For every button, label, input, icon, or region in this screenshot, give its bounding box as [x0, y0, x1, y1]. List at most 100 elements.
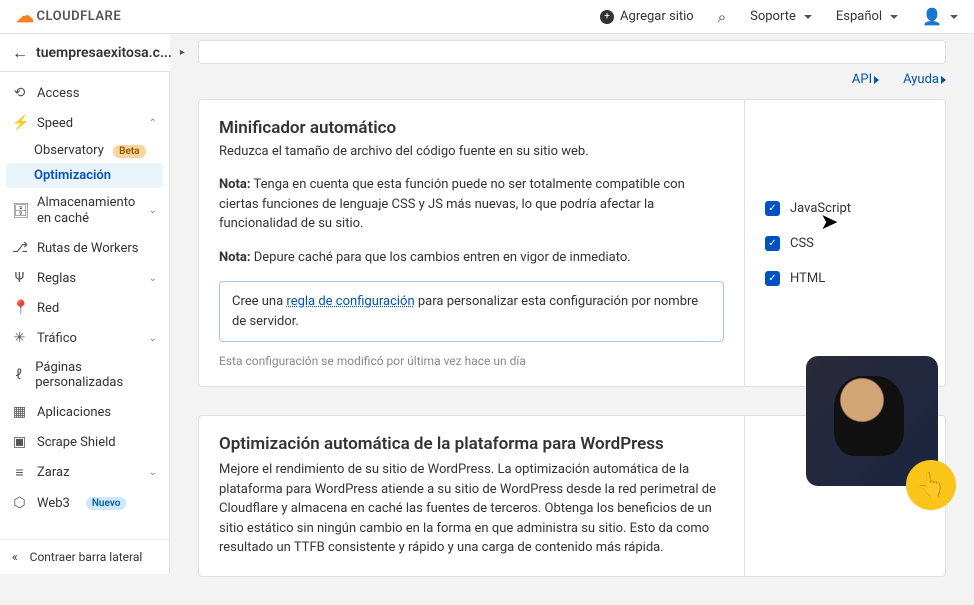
sidebar-item-workers-routes[interactable]: ⎇ Rutas de Workers [0, 233, 169, 263]
sidebar-item-access[interactable]: ⟲ Access [0, 78, 169, 108]
auto-minify-card: Minificador automático Reduzca el tamaño… [198, 99, 946, 387]
access-icon: ⟲ [12, 85, 27, 101]
note2-text: Depure caché para que los cambios entren… [251, 250, 631, 265]
caret-down-icon [804, 15, 812, 19]
speed-label: Speed [37, 116, 73, 131]
sidebar-item-observatory[interactable]: Observatory Beta [0, 138, 169, 163]
network-label: Red [37, 301, 59, 316]
minify-note1: Nota: Tenga en cuenta que esta función p… [219, 175, 724, 234]
scrape-shield-label: Scrape Shield [37, 435, 116, 450]
minify-css-option[interactable]: ✓ CSS [765, 236, 925, 251]
cloud-icon: ☁ [16, 8, 35, 26]
minify-title: Minificador automático [219, 118, 724, 138]
minify-html-option[interactable]: ✓ HTML [765, 271, 925, 286]
tap-hand-badge: 👆 [906, 460, 956, 510]
cache-label: Almacenamiento en caché [37, 195, 139, 226]
grid-icon: ▦ [12, 404, 27, 420]
sidebar-item-network[interactable]: 📍 Red [0, 293, 169, 323]
apo-description: Optimización automática de la plataforma… [199, 416, 745, 576]
pin-icon: 📍 [12, 300, 27, 316]
bolt-icon: ⚡ [12, 115, 27, 131]
collapse-label: Contraer barra lateral [30, 550, 143, 564]
caret-down-icon [890, 15, 898, 19]
help-label: Ayuda [903, 72, 939, 87]
collapse-sidebar-button[interactable]: « Contraer barra lateral [0, 539, 169, 574]
sidebar-nav: ⟲ Access ⚡ Speed ⌃ Observatory Beta Opti… [0, 72, 170, 574]
minify-options: ✓ JavaScript ✓ CSS ✓ HTML [745, 100, 945, 386]
minify-subtitle: Reduzca el tamaño de archivo del código … [219, 144, 724, 159]
sidebar-item-zaraz[interactable]: ≡ Zaraz ⌄ [0, 457, 169, 488]
api-label: API [852, 72, 872, 87]
custom-pages-label: Páginas personalizadas [35, 360, 157, 390]
chevron-down-icon: ⌄ [149, 333, 157, 344]
database-icon: 🗄 [12, 203, 27, 219]
web3-icon: ⬡ [12, 495, 27, 511]
api-link[interactable]: API [852, 72, 879, 87]
last-modified-text: Esta configuración se modificó por últim… [219, 354, 724, 368]
sidebar-item-apps[interactable]: ▦ Aplicaciones [0, 397, 169, 427]
partial-card-top [198, 40, 946, 64]
apo-body: Mejore el rendimiento de su sitio de Wor… [219, 460, 724, 558]
add-site-label: Agregar sitio [620, 9, 694, 24]
funnel-icon: Ψ [12, 270, 27, 286]
css-label: CSS [790, 236, 814, 251]
back-arrow-icon[interactable]: ← [12, 43, 28, 63]
site-name[interactable]: tuempresaexitosa.c... [36, 45, 172, 61]
language-label: Español [836, 9, 882, 24]
checkbox-checked-icon: ✓ [765, 201, 780, 216]
add-site-button[interactable]: + Agregar sitio [600, 9, 694, 24]
sidebar-item-optimization[interactable]: Optimización [6, 163, 163, 188]
help-link[interactable]: Ayuda [903, 72, 946, 87]
note1-text: Tenga en cuenta que esta función puede n… [219, 177, 685, 231]
user-icon: 👤 [922, 7, 942, 26]
main-layout: ← tuempresaexitosa.c... ▸ ⟲ Access ⚡ Spe… [0, 34, 974, 605]
chevron-down-icon: ⌄ [149, 273, 157, 284]
search-icon[interactable]: ⌕ [718, 8, 726, 26]
note1-label: Nota: [219, 177, 251, 192]
collapse-icon: « [12, 550, 18, 564]
chevron-down-icon: ⌄ [149, 467, 157, 478]
sidebar-item-traffic[interactable]: ✳ Tráfico ⌄ [0, 323, 169, 353]
callout-pre: Cree una [232, 294, 286, 309]
sidebar-item-rules[interactable]: Ψ Reglas ⌄ [0, 263, 169, 293]
plus-icon: + [600, 10, 614, 24]
page-action-links: API Ayuda [198, 72, 946, 87]
triangle-right-icon [874, 76, 879, 84]
web3-label: Web3 [37, 496, 70, 511]
js-label: JavaScript [790, 201, 851, 216]
support-dropdown[interactable]: Soporte [750, 9, 812, 24]
sidebar-item-scrape-shield[interactable]: ▣ Scrape Shield [0, 427, 169, 457]
zaraz-icon: ≡ [12, 464, 27, 481]
beta-badge: Beta [113, 145, 145, 158]
sidebar-item-custom-pages[interactable]: ℓ Páginas personalizadas [0, 353, 169, 397]
account-dropdown[interactable]: 👤 [922, 7, 958, 26]
route-icon: ⎇ [12, 240, 27, 256]
content-area: API Ayuda Minificador automático Reduzca… [170, 34, 974, 605]
top-header: ☁ CLOUDFLARE + Agregar sitio ⌕ Soporte E… [0, 0, 974, 34]
brush-icon: ℓ [12, 367, 25, 383]
config-rule-link[interactable]: regla de configuración [286, 294, 414, 309]
html-label: HTML [790, 271, 825, 286]
optimization-label: Optimización [34, 168, 111, 183]
header-actions: + Agregar sitio ⌕ Soporte Español 👤 [600, 7, 958, 26]
workers-routes-label: Rutas de Workers [37, 241, 139, 256]
checkbox-checked-icon: ✓ [765, 236, 780, 251]
minify-js-option[interactable]: ✓ JavaScript [765, 201, 925, 216]
observatory-label: Observatory [34, 143, 104, 158]
sidebar-item-cache[interactable]: 🗄 Almacenamiento en caché ⌄ [0, 188, 169, 233]
checkbox-checked-icon: ✓ [765, 271, 780, 286]
left-column: ← tuempresaexitosa.c... ▸ ⟲ Access ⚡ Spe… [0, 34, 170, 605]
note2-label: Nota: [219, 250, 251, 265]
site-breadcrumb-bar: ← tuempresaexitosa.c... ▸ [0, 34, 170, 72]
shield-icon: ▣ [12, 434, 27, 450]
zaraz-label: Zaraz [37, 465, 70, 480]
language-dropdown[interactable]: Español [836, 9, 898, 24]
sidebar-item-speed[interactable]: ⚡ Speed ⌃ [0, 108, 169, 138]
cloudflare-logo[interactable]: ☁ CLOUDFLARE [16, 8, 121, 26]
graph-icon: ✳ [12, 330, 27, 346]
access-label: Access [37, 86, 79, 101]
support-label: Soporte [750, 9, 796, 24]
apps-label: Aplicaciones [37, 405, 111, 420]
sidebar-item-web3[interactable]: ⬡ Web3 Nuevo [0, 488, 169, 518]
chevron-up-icon: ⌃ [149, 118, 157, 129]
